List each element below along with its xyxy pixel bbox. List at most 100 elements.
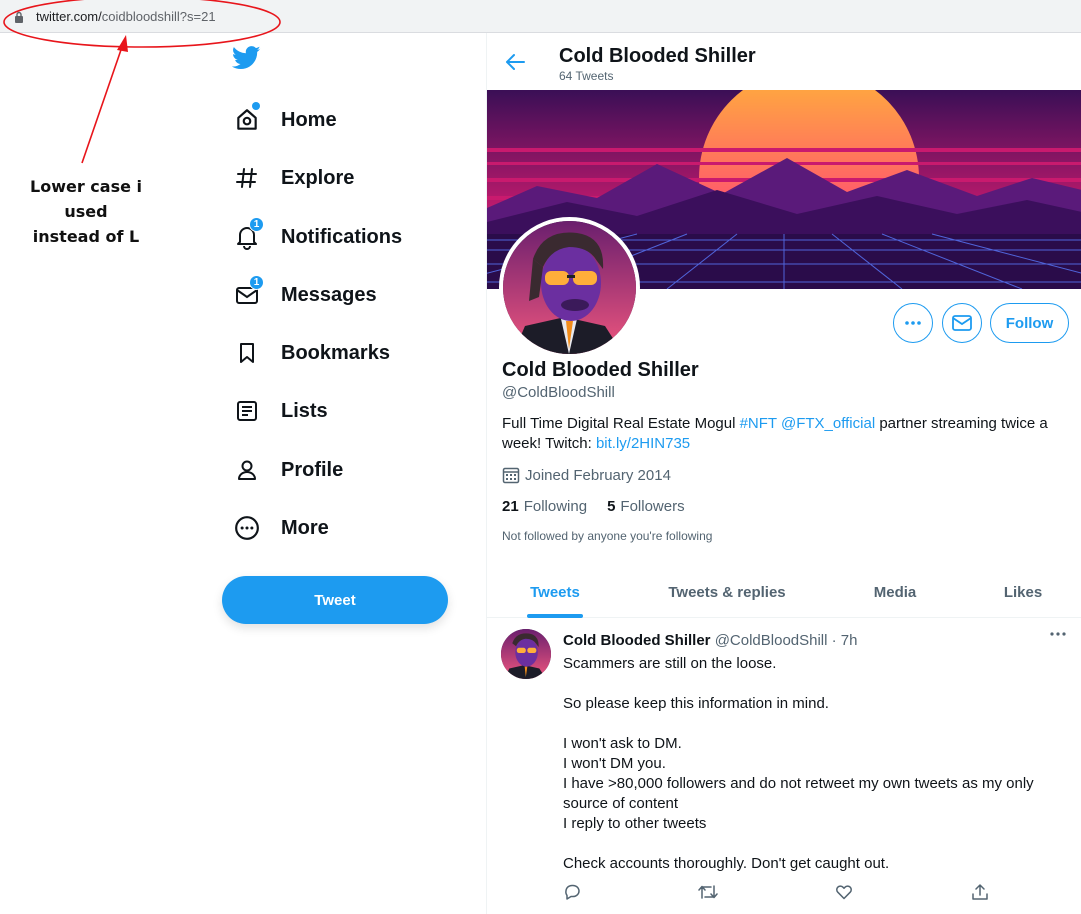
tab-media-label: Media bbox=[873, 583, 917, 601]
profile-column: Cold Blooded Shiller 64 Tweets Follow Co… bbox=[486, 33, 1081, 914]
like-icon[interactable] bbox=[835, 883, 853, 901]
profile-header: Cold Blooded Shiller 64 Tweets bbox=[487, 33, 1081, 90]
more-circle-icon bbox=[222, 506, 272, 550]
followers-label: Followers bbox=[620, 498, 685, 515]
annotation-arrowhead bbox=[117, 35, 128, 52]
more-horizontal-icon bbox=[905, 321, 921, 325]
annotation-note: Lower case i used instead of L bbox=[6, 174, 166, 249]
tweet-line: Check accounts thoroughly. Don't get cau… bbox=[563, 855, 890, 872]
profile-handle: @ColdBloodShill bbox=[502, 384, 615, 401]
follow-button[interactable]: Follow bbox=[990, 303, 1069, 343]
browser-address-bar[interactable]: twitter.com/coidbloodshill?s=21 bbox=[0, 0, 1081, 33]
bio-mention-link[interactable]: @FTX_official bbox=[781, 415, 875, 432]
lock-icon bbox=[15, 11, 23, 23]
tweet-more-icon[interactable] bbox=[1049, 631, 1067, 637]
nav-label-profile: Profile bbox=[281, 458, 344, 481]
tweet-line: I have >80,000 followers and do not retw… bbox=[563, 775, 1034, 812]
nav-label-messages: Messages bbox=[281, 283, 377, 306]
annotation-arrow bbox=[81, 43, 124, 164]
profile-bio: Full Time Digital Real Estate Mogul #NFT… bbox=[502, 414, 1062, 454]
tweet-card[interactable]: Cold Blooded Shiller @ColdBloodShill · 7… bbox=[487, 619, 1081, 914]
following-link[interactable]: 21 Following bbox=[502, 498, 587, 515]
list-icon bbox=[222, 389, 272, 433]
bookmark-icon bbox=[222, 331, 272, 375]
tweet-line bbox=[563, 714, 1063, 734]
tweet-avatar[interactable] bbox=[501, 629, 551, 679]
tweet-line: Scammers are still on the loose. bbox=[563, 655, 777, 672]
tweet-meta: @ColdBloodShill · 7h bbox=[714, 632, 858, 649]
followers-link[interactable]: 5 Followers bbox=[607, 498, 685, 515]
bio-hashtag-link[interactable]: #NFT bbox=[740, 415, 777, 432]
tweet-avatar-image bbox=[501, 629, 551, 679]
more-options-button[interactable] bbox=[893, 303, 933, 343]
nav-item-bookmarks[interactable]: Bookmarks bbox=[222, 331, 390, 375]
header-name: Cold Blooded Shiller bbox=[559, 45, 756, 67]
back-arrow-icon[interactable] bbox=[505, 53, 525, 71]
profile-name: Cold Blooded Shiller bbox=[502, 359, 699, 381]
tab-media[interactable]: Media bbox=[863, 566, 927, 618]
twitter-bird-icon[interactable] bbox=[232, 46, 261, 70]
not-followed-notice: Not followed by anyone you're following bbox=[502, 529, 713, 543]
tweet-author-name[interactable]: Cold Blooded Shiller bbox=[563, 632, 711, 649]
nav-label-home: Home bbox=[281, 108, 337, 131]
message-button[interactable] bbox=[942, 303, 982, 343]
home-notification-dot bbox=[252, 102, 260, 110]
following-label: Following bbox=[523, 498, 588, 515]
messages-badge: 1 bbox=[249, 275, 264, 290]
tweet-line bbox=[563, 834, 1063, 854]
url-path: coidbloodshill?s=21 bbox=[101, 9, 216, 24]
bio-url-link[interactable]: bit.ly/2HIN735 bbox=[596, 435, 690, 452]
tab-tweets-label: Tweets bbox=[530, 583, 580, 601]
nav-label-bookmarks: Bookmarks bbox=[281, 341, 390, 364]
tab-likes[interactable]: Likes bbox=[995, 566, 1051, 618]
profile-joined: Joined February 2014 bbox=[502, 466, 671, 484]
profile-avatar[interactable] bbox=[499, 217, 640, 358]
nav-item-more[interactable]: More bbox=[222, 506, 329, 550]
tweet-line: I won't ask to DM. bbox=[563, 735, 682, 752]
nav-item-notifications[interactable]: 1 Notifications bbox=[222, 215, 402, 259]
tweet-line: I reply to other tweets bbox=[563, 815, 707, 832]
tab-likes-label: Likes bbox=[1003, 583, 1043, 601]
tweet-line: So please keep this information in mind. bbox=[563, 695, 829, 712]
nav-item-home[interactable]: Home bbox=[222, 98, 337, 142]
bell-icon: 1 bbox=[222, 215, 272, 259]
tweet-line bbox=[563, 674, 1063, 694]
tweet-header: Cold Blooded Shiller @ColdBloodShill · 7… bbox=[563, 632, 858, 649]
tab-tweets[interactable]: Tweets bbox=[527, 566, 583, 618]
hashtag-icon bbox=[222, 156, 272, 200]
nav-label-notifications: Notifications bbox=[281, 225, 403, 248]
nav-label-lists: Lists bbox=[281, 399, 328, 422]
nav-item-messages[interactable]: 1 Messages bbox=[222, 273, 377, 317]
url-text[interactable]: twitter.com/coidbloodshill?s=21 bbox=[36, 9, 216, 24]
tweet-button[interactable]: Tweet bbox=[222, 576, 448, 624]
retweet-icon[interactable] bbox=[697, 883, 719, 901]
profile-tabs: Tweets Tweets & replies Media Likes bbox=[487, 566, 1081, 618]
nav-item-lists[interactable]: Lists bbox=[222, 389, 328, 433]
share-icon[interactable] bbox=[971, 883, 989, 901]
nav-item-explore[interactable]: Explore bbox=[222, 156, 354, 200]
avatar-image bbox=[503, 221, 636, 354]
bio-text: Full Time Digital Real Estate Mogul bbox=[502, 415, 740, 432]
joined-date: Joined February 2014 bbox=[525, 466, 671, 484]
notifications-badge: 1 bbox=[249, 217, 264, 232]
person-icon bbox=[222, 448, 272, 492]
envelope-icon bbox=[952, 315, 972, 331]
followers-count: 5 bbox=[607, 498, 616, 515]
calendar-icon bbox=[502, 467, 520, 484]
nav-label-more: More bbox=[281, 516, 329, 539]
nav-label-explore: Explore bbox=[281, 166, 355, 189]
tab-active-indicator bbox=[527, 614, 583, 618]
reply-icon[interactable] bbox=[563, 883, 581, 901]
tweet-text: Scammers are still on the loose. So plea… bbox=[563, 654, 1063, 874]
nav-item-profile[interactable]: Profile bbox=[222, 448, 343, 492]
tweet-actions bbox=[563, 883, 993, 907]
following-count: 21 bbox=[502, 498, 519, 515]
annotation-line-2: instead of L bbox=[32, 227, 140, 246]
tweet-line: I won't DM you. bbox=[563, 755, 666, 772]
annotation-line-1: Lower case i used bbox=[30, 177, 142, 221]
header-tweet-count: 64 Tweets bbox=[559, 69, 614, 83]
tab-tweets-replies[interactable]: Tweets & replies bbox=[659, 566, 795, 618]
home-icon bbox=[222, 98, 272, 142]
profile-stats: 21 Following 5 Followers bbox=[502, 498, 705, 515]
envelope-icon: 1 bbox=[222, 273, 272, 317]
